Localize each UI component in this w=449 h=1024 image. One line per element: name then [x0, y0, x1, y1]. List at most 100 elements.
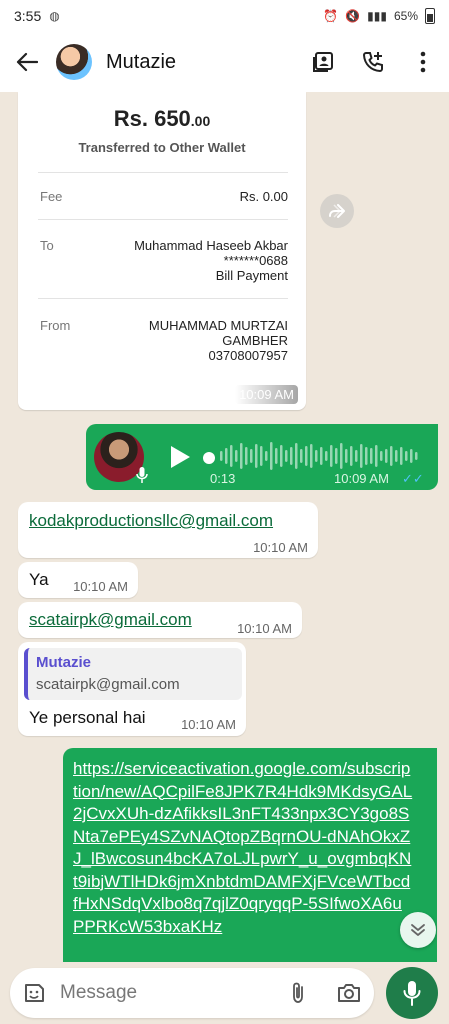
message-bubble[interactable]: kodakproductionsllc@gmail.com 10:10 AM: [18, 502, 318, 558]
signal-icon: ▮▮▮: [367, 9, 387, 23]
waveform-bar: [235, 450, 238, 462]
mute-icon: 🔇: [345, 9, 361, 23]
status-bar: 3:55 ◍ ⏰ 🔇 ▮▮▮ 65%: [0, 0, 449, 32]
receipt-divider: [38, 219, 288, 220]
waveform-bar: [270, 442, 273, 470]
to-account: *******0688: [223, 253, 288, 268]
add-call-icon[interactable]: [359, 48, 387, 76]
waveform-bar: [415, 452, 418, 460]
to-details: Muhammad Haseeb Akbar *******0688 Bill P…: [134, 238, 288, 283]
receipt-divider: [38, 298, 288, 299]
quoted-sender: Mutazie: [36, 654, 92, 671]
more-vert-icon[interactable]: [409, 48, 437, 76]
contact-avatar[interactable]: [56, 44, 92, 80]
waveform-bar: [280, 445, 283, 467]
voice-time: 10:09 AM: [334, 471, 389, 486]
email-link[interactable]: scatairpk@gmail.com: [29, 610, 192, 630]
waveform-bar: [335, 448, 338, 464]
chat-area[interactable]: Rs. 650.00 Transferred to Other Wallet F…: [0, 92, 449, 962]
waveform-bar: [375, 445, 378, 467]
read-ticks-icon: ✓✓: [402, 471, 424, 486]
quoted-message[interactable]: Mutazie scatairpk@gmail.com: [24, 648, 242, 700]
receipt-amount: Rs. 650.00: [18, 106, 306, 132]
play-icon[interactable]: [168, 444, 192, 470]
waveform-bar: [245, 447, 248, 465]
from-label: From: [40, 318, 71, 333]
waveform-bar: [325, 451, 328, 461]
mic-icon: [136, 466, 148, 484]
waveform-bar: [225, 448, 228, 464]
waveform-bar: [405, 451, 408, 461]
back-arrow-icon[interactable]: [12, 47, 42, 77]
voice-message[interactable]: 0:13 10:09 AM ✓✓: [86, 424, 438, 490]
battery-icon: [425, 8, 435, 24]
camera-icon[interactable]: [336, 981, 362, 1005]
chevron-down-icon[interactable]: [400, 912, 436, 948]
outgoing-link-message[interactable]: https://serviceactivation.google.com/sub…: [63, 748, 437, 962]
waveform-bar: [285, 450, 288, 462]
composer-area: [0, 962, 449, 1024]
message-time: 10:10 AM: [181, 717, 236, 732]
waveform-bar: [395, 450, 398, 462]
alarm-icon: ⏰: [323, 9, 339, 23]
from-name-2: GAMBHER: [222, 333, 288, 348]
emoji-icon[interactable]: [22, 981, 46, 1005]
receipt-subtitle: Transferred to Other Wallet: [78, 140, 246, 155]
message-time: 10:10 AM: [253, 540, 308, 555]
waveform-bar: [295, 443, 298, 469]
attach-icon[interactable]: [286, 981, 310, 1005]
waveform-bar: [240, 443, 243, 469]
contact-name[interactable]: Mutazie: [106, 51, 176, 74]
receipt-divider: [38, 172, 288, 173]
header-actions: [309, 48, 437, 76]
waveform-bar: [255, 444, 258, 468]
voice-waveform[interactable]: [220, 440, 420, 472]
waveform-bar: [390, 446, 393, 466]
voice-record-button[interactable]: [386, 967, 438, 1019]
forward-icon[interactable]: [320, 194, 354, 228]
waveform-bar: [330, 445, 333, 467]
chat-header: Mutazie: [0, 32, 449, 92]
notification-icon: ◍: [49, 9, 60, 23]
receipt-time: 10:09 AM: [235, 385, 298, 404]
receipt-image-message[interactable]: Rs. 650.00 Transferred to Other Wallet F…: [18, 92, 306, 410]
waveform-bar: [275, 448, 278, 464]
mic-icon: [403, 981, 421, 1006]
message-text: Ya: [29, 570, 49, 589]
to-type: Bill Payment: [215, 268, 288, 283]
waveform-bar: [350, 446, 353, 466]
waveform-bar: [385, 449, 388, 463]
message-bubble[interactable]: scatairpk@gmail.com 10:10 AM: [18, 602, 302, 638]
waveform-bar: [365, 447, 368, 465]
fee-value: Rs. 0.00: [239, 189, 288, 204]
status-time: 3:55: [14, 8, 42, 24]
voice-duration: 0:13: [210, 471, 236, 486]
waveform-bar: [400, 447, 403, 465]
message-input[interactable]: [60, 978, 280, 1008]
message-bubble[interactable]: Ya 10:10 AM: [18, 562, 138, 598]
fee-label: Fee: [40, 189, 63, 204]
waveform-bar: [340, 443, 343, 469]
quoted-text: scatairpk@gmail.com: [36, 676, 180, 693]
playback-handle[interactable]: [203, 452, 215, 464]
email-link[interactable]: kodakproductionsllc@gmail.com: [29, 511, 273, 531]
battery-percent: 65%: [393, 9, 418, 23]
from-number: 03708007957: [208, 348, 288, 363]
subscription-link[interactable]: https://serviceactivation.google.com/sub…: [73, 758, 413, 938]
status-icons: ⏰ 🔇 ▮▮▮ 65%: [323, 8, 435, 24]
reply-message-bubble[interactable]: Mutazie scatairpk@gmail.com Ye personal …: [18, 642, 246, 736]
waveform-bar: [220, 451, 223, 461]
waveform-bar: [265, 451, 268, 461]
waveform-bar: [290, 447, 293, 465]
amount-decimal: .00: [190, 113, 211, 129]
waveform-bar: [345, 449, 348, 463]
message-time: 10:10 AM: [73, 579, 128, 594]
contact-card-icon[interactable]: [309, 48, 337, 76]
waveform-bar: [380, 451, 383, 461]
amount-main: Rs. 650: [113, 106, 191, 131]
waveform-bar: [300, 449, 303, 463]
message-time: 10:10 AM: [237, 621, 292, 636]
waveform-bar: [315, 450, 318, 462]
from-name-1: MUHAMMAD MURTZAI: [148, 318, 288, 333]
waveform-bar: [370, 448, 373, 464]
